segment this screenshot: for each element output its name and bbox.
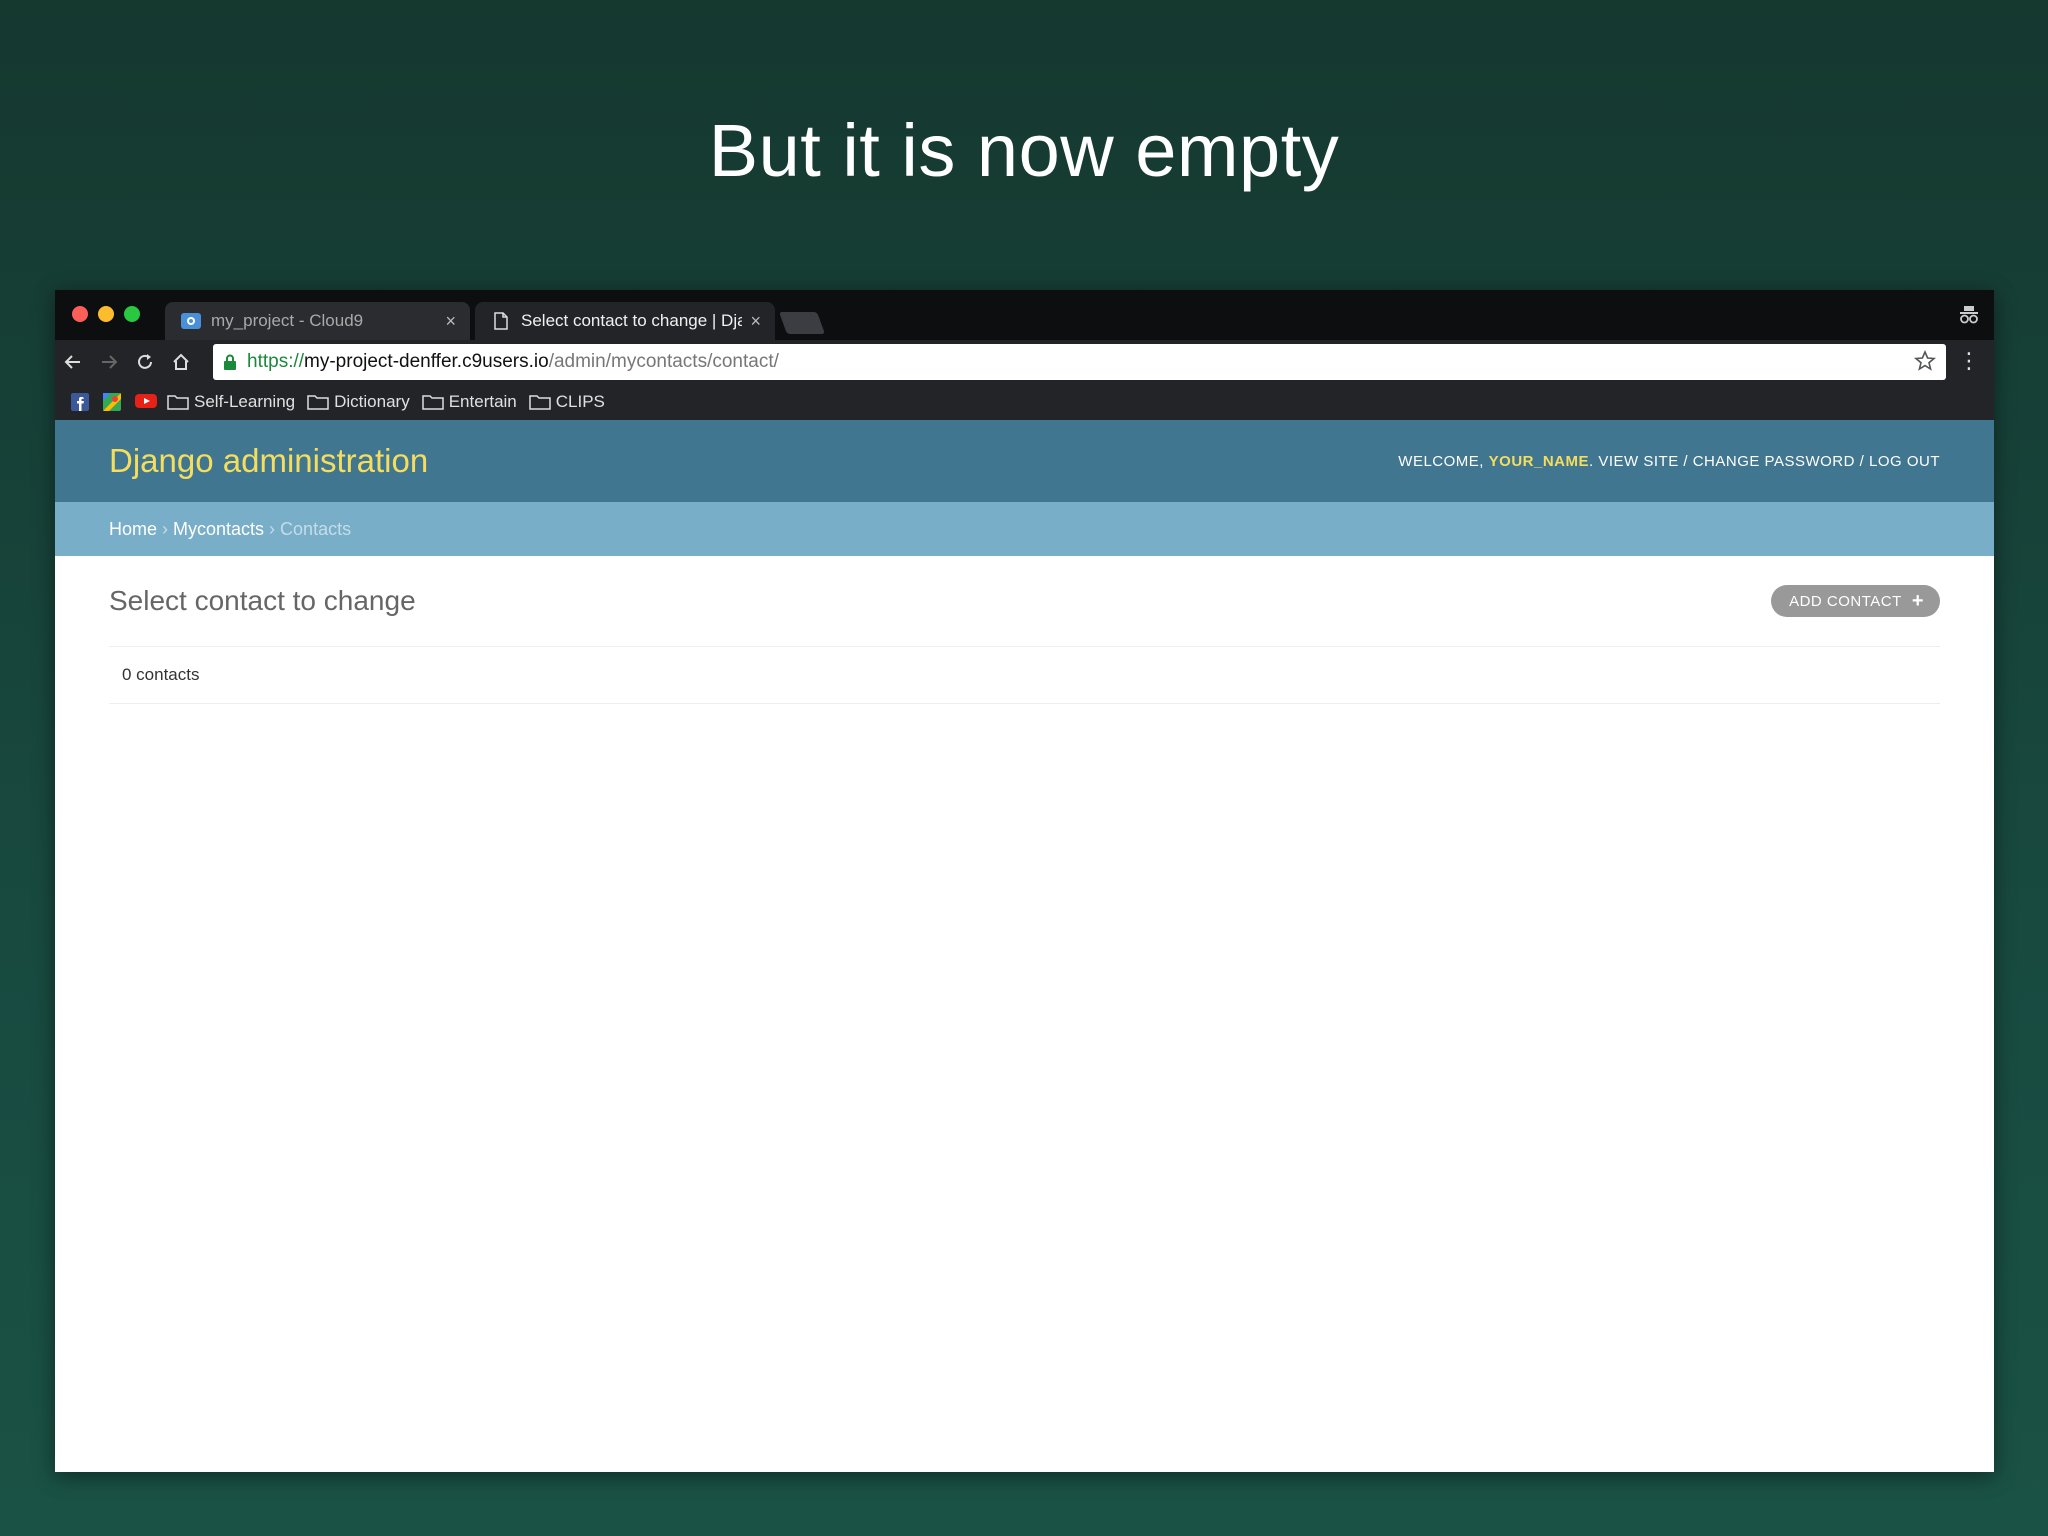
slide-title: But it is now empty [708,109,1340,192]
reload-icon[interactable] [127,344,163,380]
breadcrumb-home-link[interactable]: Home [109,519,157,540]
breadcrumb-separator: › [269,518,276,539]
minimize-window-button[interactable] [98,306,114,322]
user-tools-separator: / [1678,452,1693,470]
maximize-window-button[interactable] [124,306,140,322]
breadcrumb-current: Contacts [280,518,352,539]
tab-label: my_project - Cloud9 [211,311,364,330]
folder-icon [421,394,444,410]
incognito-icon [1958,304,1980,326]
user-tools-separator: / [1854,452,1869,470]
bookmark-folder-dictionary[interactable]: Dictionary [307,392,410,412]
folder-icon [307,394,329,410]
django-header: Django administration WELCOME, YOUR_NAME… [55,420,1994,502]
user-tools: WELCOME, YOUR_NAME. VIEW SITE / CHANGE P… [1398,452,1940,470]
plus-icon: + [1911,589,1924,612]
browser-menu-icon[interactable]: ⋮ [1958,350,1980,372]
result-count: 0 contacts [109,647,1940,704]
lock-icon [223,354,237,370]
breadcrumb-separator: › [162,518,169,539]
bookmark-label: Dictionary [334,392,410,411]
facebook-icon[interactable] [71,393,91,411]
address-bar[interactable]: https://my-project-denffer.c9users.io/ad… [213,344,1946,380]
tab-cloud9[interactable]: my_project - Cloud9 × [165,302,470,340]
content-header: Select contact to change ADD CONTACT + [109,556,1940,647]
breadcrumb-app-link[interactable]: Mycontacts [173,519,264,540]
url-path: /admin/mycontacts/contact/ [548,351,779,372]
site-branding[interactable]: Django administration [109,442,428,480]
bookmark-star-icon[interactable] [1913,349,1937,372]
back-arrow-icon[interactable] [55,344,91,380]
content-area: Select contact to change ADD CONTACT + 0… [109,556,1940,704]
new-tab-button[interactable] [778,312,826,334]
bookmark-label: Self-Learning [194,392,296,411]
tab-strip: my_project - Cloud9 × Select contact to … [55,290,1994,340]
bookmarks-bar: Self-Learning Dictionary Entertain CLIPS [55,384,1994,420]
logout-link[interactable]: LOG OUT [1869,453,1940,470]
bookmark-label: CLIPS [555,392,605,411]
folder-icon [167,394,189,410]
add-contact-label: ADD CONTACT [1789,592,1902,610]
browser-toolbar: https://my-project-denffer.c9users.io/ad… [55,340,1994,384]
tab-close-icon[interactable]: × [750,311,761,332]
result-count-text: 0 contacts [122,665,200,684]
maps-icon[interactable] [103,393,123,411]
url-host: my-project-denffer.c9users.io [304,351,549,372]
close-window-button[interactable] [72,306,88,322]
view-site-link[interactable]: VIEW SITE [1598,453,1678,470]
tab-django-admin[interactable]: Select contact to change | Dja × [475,302,775,340]
bookmark-folder-entertain[interactable]: Entertain [421,392,517,412]
add-contact-button[interactable]: ADD CONTACT + [1771,585,1940,617]
change-password-link[interactable]: CHANGE PASSWORD [1693,453,1855,470]
browser-window: my_project - Cloud9 × Select contact to … [55,290,1994,1472]
tab-close-icon[interactable]: × [445,311,456,332]
forward-arrow-icon[interactable] [91,344,127,380]
bookmark-folder-self-learning[interactable]: Self-Learning [167,392,295,412]
tab-label: Select contact to change | Dja [521,311,743,330]
home-icon[interactable] [163,344,199,380]
folder-icon [529,394,551,410]
url-scheme: https:// [247,351,305,372]
breadcrumb: Home › Mycontacts › Contacts [55,502,1994,556]
page-title: Select contact to change [109,585,416,616]
cloud9-icon [181,312,201,330]
welcome-text: WELCOME, [1398,452,1484,470]
username: YOUR_NAME [1488,452,1590,470]
bookmark-label: Entertain [448,392,517,411]
youtube-icon[interactable] [135,393,157,411]
bookmark-folder-clips[interactable]: CLIPS [529,392,605,412]
document-icon [491,312,511,330]
